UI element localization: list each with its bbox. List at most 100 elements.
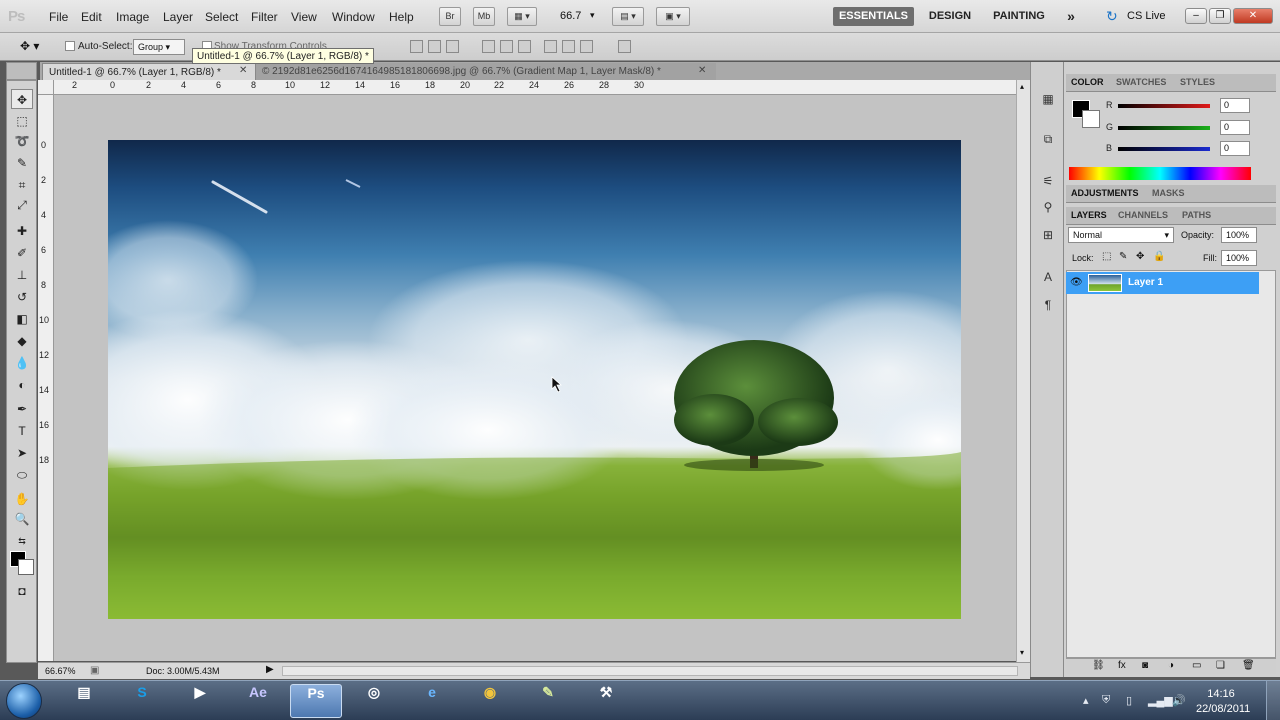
ruler-origin[interactable] [38,80,54,95]
type-tool-icon[interactable]: T [11,421,33,441]
menu-layer[interactable]: Layer [163,10,193,24]
close-tab-icon[interactable]: ✕ [239,65,247,76]
new-layer-icon[interactable]: ❏ [1216,660,1225,671]
tab-adjustments[interactable]: ADJUSTMENTS [1071,188,1139,198]
tray-device-icon[interactable]: ▯ [1126,694,1132,707]
distribute-top-icon[interactable] [544,40,557,53]
blend-mode-dropdown[interactable]: Normal ▾ [1068,227,1174,243]
mini-bridge-button[interactable]: Mb [473,7,495,26]
workspace-painting[interactable]: PAINTING [986,7,1052,26]
status-zoom[interactable]: 66.67% [45,666,76,676]
lock-image-icon[interactable]: ✎ [1119,251,1127,262]
layer-style-icon[interactable]: fx [1118,660,1126,671]
system-clock[interactable]: 14:16 22/08/2011 [1196,687,1250,717]
workspace-design[interactable]: DESIGN [922,7,978,26]
swap-colors-icon[interactable]: ⇆ [11,531,33,551]
opacity-field[interactable]: 100% [1221,227,1257,243]
tab-color[interactable]: COLOR [1071,77,1104,87]
channel-r-slider[interactable] [1118,104,1210,108]
workspace-essentials[interactable]: ESSENTIALS [833,7,914,26]
chevron-down-icon[interactable]: ▾ [590,10,595,21]
history-icon[interactable]: ⧉ [1039,130,1057,148]
cs-live-menu[interactable]: CS Live [1127,10,1166,22]
browser-icon[interactable]: e [406,684,458,718]
auto-select-checkbox[interactable] [65,41,75,51]
eraser-tool-icon[interactable]: ◧ [11,309,33,329]
show-desktop-button[interactable] [1266,681,1280,720]
menu-image[interactable]: Image [116,10,149,24]
menu-help[interactable]: Help [389,10,414,24]
arrange-documents-button[interactable]: ▤ ▾ [612,7,644,26]
gradient-tool-icon[interactable]: ◆ [11,331,33,351]
tab-paths[interactable]: PATHS [1182,210,1211,220]
lock-transparent-icon[interactable]: ⬚ [1102,251,1111,262]
quick-mask-icon[interactable]: ◘ [11,581,33,601]
menu-file[interactable]: File [49,10,68,24]
quick-select-tool-icon[interactable]: ✎ [11,153,33,173]
brush-presets-icon[interactable]: ⚟ [1039,172,1057,190]
status-menu-arrow-icon[interactable]: ▶ [266,664,274,675]
tab-styles[interactable]: STYLES [1180,77,1215,87]
adjustment-layer-icon[interactable]: ◑ [1168,660,1174,671]
eyedropper-tool-icon[interactable]: ⤢ [11,195,33,215]
marquee-tool-icon[interactable]: ⬚ [11,111,33,131]
vertical-ruler[interactable]: 0 2 4 6 8 10 12 14 16 18 [38,95,54,661]
close-tab-icon[interactable]: ✕ [698,65,706,76]
close-button[interactable]: ✕ [1233,8,1273,24]
zoom-level[interactable]: 66.7 [560,10,581,22]
hand-tool-icon[interactable]: ✋ [11,489,33,509]
align-right-icon[interactable] [518,40,531,53]
delete-layer-icon[interactable]: 🗑 [1242,660,1255,671]
tab-layers[interactable]: LAYERS [1071,210,1107,220]
dodge-tool-icon[interactable]: ◐ [11,375,33,395]
restore-button[interactable]: ❐ [1209,8,1231,24]
lasso-tool-icon[interactable]: ➰ [11,131,33,151]
path-select-tool-icon[interactable]: ➤ [11,443,33,463]
history-brush-tool-icon[interactable]: ↺ [11,287,33,307]
shape-tool-icon[interactable]: ⬭ [11,465,33,485]
align-left-icon[interactable] [482,40,495,53]
brush-tool-icon[interactable]: ✐ [11,243,33,263]
channel-r-value[interactable]: 0 [1220,98,1250,113]
folder-icon[interactable]: ▤ [58,684,110,718]
channel-g-value[interactable]: 0 [1220,120,1250,135]
tab-untitled-1[interactable]: Untitled-1 @ 66.7% (Layer 1, RGB/8) * [42,63,256,80]
notes-icon[interactable]: ✎ [522,684,574,718]
character-icon[interactable]: A [1039,268,1057,286]
tab-masks[interactable]: MASKS [1152,188,1185,198]
lock-position-icon[interactable]: ✥ [1136,251,1144,262]
document-canvas[interactable] [108,140,961,619]
auto-align-icon[interactable] [618,40,631,53]
mini-bridge-icon[interactable]: ▦ [1039,90,1057,108]
paragraph-icon[interactable]: ¶ [1039,296,1057,314]
tab-swatches[interactable]: SWATCHES [1116,77,1166,87]
more-workspaces-button[interactable]: » [1060,7,1082,26]
status-info-icon[interactable]: ▣ [90,665,99,676]
tray-volume-icon[interactable]: 🔊 [1172,694,1186,707]
view-extras-button[interactable]: ▦ ▾ [507,7,537,26]
tools-icon[interactable]: ⚒ [580,684,632,718]
photoshop-icon[interactable]: Ps [290,684,342,718]
tray-network-icon[interactable]: ▂▄▆ [1148,694,1173,707]
zoom-tool-icon[interactable]: 🔍 [11,509,33,529]
after-effects-icon[interactable]: Ae [232,684,284,718]
distribute-bottom-icon[interactable] [580,40,593,53]
new-group-icon[interactable]: ▭ [1192,660,1201,671]
scroll-down-icon[interactable]: ▾ [1020,648,1024,657]
add-mask-icon[interactable]: ◙ [1142,660,1148,671]
distribute-center-icon[interactable] [562,40,575,53]
tool-presets-icon[interactable]: ⊞ [1039,226,1057,244]
scroll-up-icon[interactable]: ▴ [1020,82,1024,91]
layer-name[interactable]: Layer 1 [1128,277,1163,288]
move-tool-icon[interactable]: ✥ [11,89,33,109]
auto-select-dropdown[interactable]: Group ▾ [133,39,185,55]
menu-window[interactable]: Window [332,10,375,24]
align-hcenter-icon[interactable] [500,40,513,53]
color-spectrum-bar[interactable] [1069,167,1251,180]
vertical-scrollbar[interactable]: ▴ ▾ [1016,80,1030,662]
channel-g-slider[interactable] [1118,126,1210,130]
tray-expand-icon[interactable]: ▴ [1083,694,1089,707]
clone-source-icon[interactable]: ⚲ [1039,198,1057,216]
tab-channels[interactable]: CHANNELS [1118,210,1168,220]
minimize-button[interactable]: – [1185,8,1207,24]
